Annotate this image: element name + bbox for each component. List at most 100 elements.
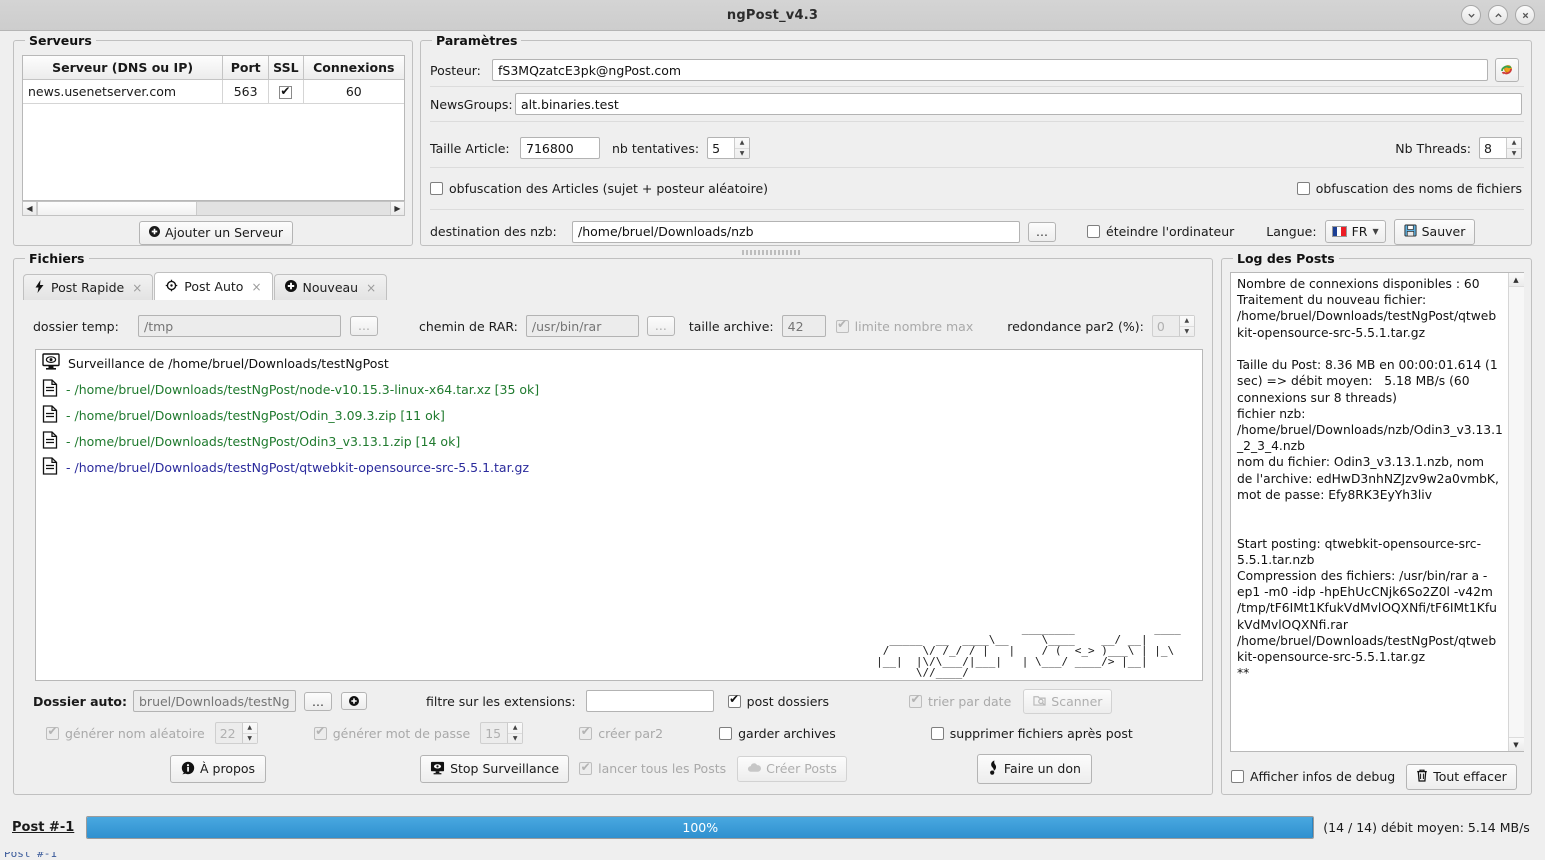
file-list[interactable]: Surveillance de /home/bruel/Downloads/te… [35,349,1203,681]
retries-value[interactable]: 5 [708,138,734,158]
column-header-ssl[interactable]: SSL [268,56,304,80]
threads-stepper[interactable]: 8 ▲ ▼ [1479,137,1522,159]
servers-hscrollbar[interactable]: ◀ ▶ [22,201,405,216]
scroll-up-icon[interactable]: ▲ [1508,273,1524,287]
obfuscate-articles-checkbox[interactable]: obfuscation des Articles (sujet + posteu… [430,181,768,196]
nzb-dest-browse-button[interactable]: ... [1028,222,1056,242]
list-item[interactable]: - /home/bruel/Downloads/testNgPost/node-… [36,376,1202,402]
stepper-arrows[interactable]: ▲ ▼ [1178,316,1194,337]
checkbox-box[interactable] [1231,770,1244,784]
auto-dir-input[interactable] [133,690,296,713]
cell-port[interactable]: 563 [222,79,270,104]
post-folders-checkbox[interactable]: post dossiers [727,692,829,709]
limit-max-checkbox[interactable]: limite nombre max [835,317,973,334]
stepper-up-icon[interactable]: ▲ [242,723,257,734]
list-item[interactable]: - /home/bruel/Downloads/testNgPost/Odin_… [36,402,1202,428]
cell-host[interactable]: news.usenetserver.com [23,79,224,104]
checkbox-box[interactable] [727,692,741,708]
threads-value[interactable]: 8 [1480,138,1506,158]
checkbox-box[interactable] [46,724,59,740]
tab-post-auto[interactable]: Post Auto × [154,272,273,300]
scroll-down-icon[interactable]: ▼ [1508,737,1524,751]
launch-all-posts-checkbox[interactable]: lancer tous les Posts [579,760,726,776]
obfuscate-filenames-checkbox[interactable]: obfuscation des noms de fichiers [1296,181,1522,196]
random-password-length-stepper[interactable]: 15 ▲ ▼ [480,722,524,744]
stepper-down-icon[interactable]: ▼ [508,734,522,744]
stepper-arrows[interactable]: ▲ ▼ [241,723,257,744]
checkbox-box[interactable] [579,760,593,776]
temp-dir-input[interactable] [138,315,341,337]
temp-dir-browse-button[interactable]: ... [350,316,378,336]
rar-path-input[interactable] [525,315,639,337]
checkbox-box[interactable] [1087,225,1100,239]
checkbox-box[interactable] [930,726,944,740]
clear-log-button[interactable]: Tout effacer [1406,764,1517,790]
stop-watch-button[interactable]: Stop Surveillance [420,754,570,784]
cell-ssl[interactable] [268,79,304,104]
maximize-icon[interactable] [1488,5,1508,25]
par2-redundancy-stepper[interactable]: 0 ▲ ▼ [1151,315,1195,337]
nzb-dest-input[interactable] [572,220,1020,243]
scrollbar-track[interactable] [197,202,390,215]
stepper-down-icon[interactable]: ▼ [1180,327,1194,337]
checkbox-box[interactable] [579,724,593,740]
tab-close-icon[interactable]: × [366,281,376,295]
checkbox-box[interactable] [1296,182,1310,195]
debug-info-checkbox[interactable]: Afficher infos de debug [1231,769,1395,784]
column-header-host[interactable]: Serveur (DNS ou IP) [23,56,224,80]
language-select[interactable]: FR ▼ [1324,220,1386,244]
random-name-checkbox[interactable]: générer nom aléatoire [46,724,205,741]
save-button[interactable]: Sauver [1393,219,1476,245]
about-button[interactable]: À propos [170,754,267,784]
random-password-length-value[interactable]: 15 [481,723,507,743]
table-row[interactable]: news.usenetserver.com 563 60 [23,79,404,104]
column-header-connections[interactable]: Connexions [303,56,404,80]
article-size-input[interactable] [520,137,600,159]
checkbox-box[interactable] [835,317,849,333]
tab-nouveau[interactable]: Nouveau × [273,274,388,300]
list-item[interactable]: - /home/bruel/Downloads/testNgPost/qtweb… [36,454,1202,480]
stepper-up-icon[interactable]: ▲ [508,723,523,734]
auto-dir-browse-button[interactable]: ... [304,691,332,712]
scroll-left-icon[interactable]: ◀ [23,202,37,215]
create-posts-button[interactable]: Créer Posts [737,755,847,783]
stepper-up-icon[interactable]: ▲ [1507,138,1521,149]
archive-size-input[interactable] [781,315,826,337]
stepper-arrows[interactable]: ▲ ▼ [507,723,523,744]
add-icon[interactable] [341,692,367,711]
random-name-length-value[interactable]: 22 [216,723,242,743]
tab-close-icon[interactable]: × [132,281,142,295]
column-header-port[interactable]: Port [222,56,270,80]
scroll-right-icon[interactable]: ▶ [390,202,404,215]
retries-stepper[interactable]: 5 ▲ ▼ [707,137,751,159]
scrollbar-track[interactable] [1508,287,1524,737]
stepper-down-icon[interactable]: ▼ [735,149,749,159]
tab-close-icon[interactable]: × [251,280,261,294]
random-password-checkbox[interactable]: générer mot de passe [313,724,470,741]
close-icon[interactable] [1515,5,1535,25]
post-label[interactable]: Post #-1 [12,820,74,835]
checkbox-box[interactable] [430,182,443,195]
cell-connections[interactable]: 60 [303,79,404,104]
servers-table[interactable]: Serveur (DNS ou IP) Port SSL Connexions … [22,55,405,201]
poster-input[interactable] [492,59,1488,81]
minimize-icon[interactable] [1461,5,1481,25]
par2-redundancy-value[interactable]: 0 [1153,316,1179,336]
delete-after-post-checkbox[interactable]: supprimer fichiers après post [930,726,1133,741]
checkbox-box[interactable] [719,726,733,740]
stepper-down-icon[interactable]: ▼ [243,734,257,744]
donate-button[interactable]: Faire un don [976,754,1092,784]
stepper-arrows[interactable]: ▲ ▼ [734,138,750,159]
random-name-length-stepper[interactable]: 22 ▲ ▼ [214,722,258,744]
ssl-checkbox[interactable] [279,84,293,99]
refresh-poster-icon[interactable] [1495,58,1519,82]
stepper-up-icon[interactable]: ▲ [1179,316,1194,327]
stepper-arrows[interactable]: ▲ ▼ [1506,138,1521,158]
tab-post-rapide[interactable]: Post Rapide × [23,274,154,300]
create-par2-checkbox[interactable]: créer par2 [579,724,663,741]
stepper-up-icon[interactable]: ▲ [735,138,750,149]
checkbox-box[interactable] [909,692,923,708]
shutdown-checkbox[interactable]: éteindre l'ordinateur [1087,224,1234,239]
log-panel[interactable]: Nombre de connexions disponibles : 60 Tr… [1230,272,1524,752]
stepper-down-icon[interactable]: ▼ [1507,149,1521,159]
